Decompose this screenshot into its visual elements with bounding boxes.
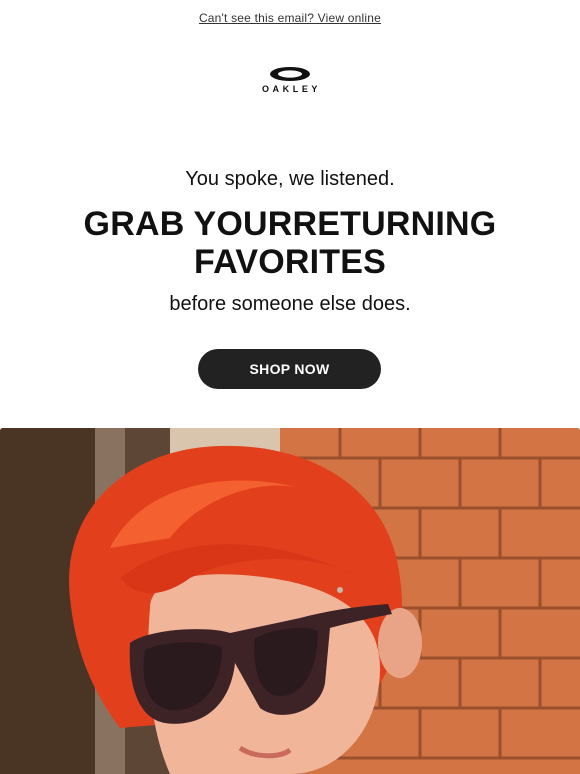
hero-subline: before someone else does. (169, 293, 411, 316)
view-online-link[interactable]: Can't see this email? View online (199, 11, 381, 25)
logo-wordmark: OAKLEY (261, 84, 322, 94)
hero-section: You spoke, we listened. GRAB YOURRETURNI… (0, 168, 580, 316)
oakley-ellipse-logo-icon (270, 67, 310, 81)
email-preheader: Can't see this email? View online (0, 9, 580, 27)
hero-photo[interactable] (0, 428, 580, 774)
hero-photo-illustration (0, 428, 580, 774)
shop-now-button[interactable]: SHOP NOW (198, 349, 381, 389)
brand-logo[interactable]: OAKLEY (0, 66, 580, 94)
hero-headline: GRAB YOURRETURNING FAVORITES (83, 205, 497, 282)
hero-kicker: You spoke, we listened. (185, 168, 395, 190)
